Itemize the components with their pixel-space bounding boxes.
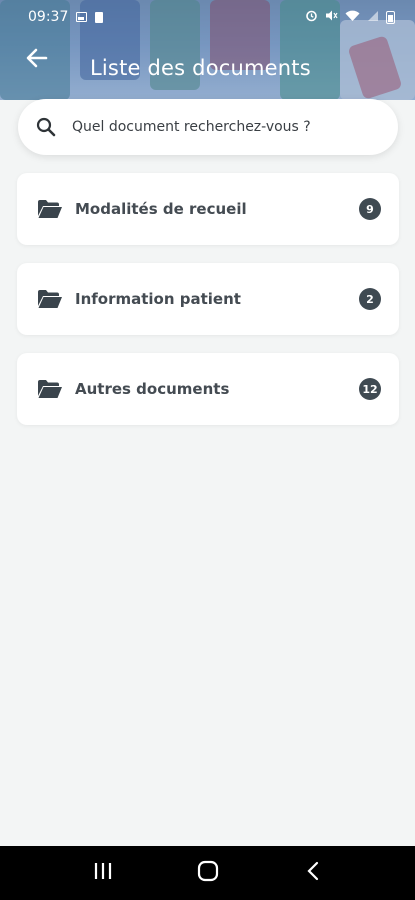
status-bar: 09:37 — [0, 0, 415, 34]
recent-apps-icon — [93, 862, 113, 884]
page-title: Liste des documents — [90, 56, 311, 80]
wifi-icon — [345, 10, 360, 25]
category-label: Modalités de recueil — [75, 200, 247, 218]
recent-apps-button[interactable] — [83, 853, 123, 893]
folder-open-icon — [37, 288, 65, 310]
status-time: 09:37 — [28, 9, 69, 25]
home-button[interactable] — [188, 853, 228, 893]
category-item-modalites[interactable]: Modalités de recueil 9 — [17, 173, 399, 245]
search-icon — [34, 115, 58, 139]
signal-icon — [367, 10, 379, 25]
back-button[interactable] — [17, 41, 57, 79]
search-bar[interactable] — [18, 99, 398, 155]
category-label: Information patient — [75, 290, 241, 308]
battery-icon — [386, 10, 395, 24]
alarm-icon — [305, 9, 318, 25]
image-notification-icon — [76, 12, 88, 22]
category-label: Autres documents — [75, 380, 230, 398]
arrow-left-icon — [26, 48, 48, 72]
folder-open-icon — [37, 198, 65, 220]
system-back-button[interactable] — [293, 853, 333, 893]
folder-open-icon — [37, 378, 65, 400]
mute-icon — [325, 9, 338, 25]
document-category-list: Modalités de recueil 9 Information patie… — [17, 173, 399, 443]
category-item-autres[interactable]: Autres documents 12 — [17, 353, 399, 425]
search-input[interactable] — [72, 112, 372, 142]
category-item-information[interactable]: Information patient 2 — [17, 263, 399, 335]
back-icon — [306, 861, 320, 885]
count-badge: 12 — [359, 378, 381, 400]
home-icon — [197, 860, 219, 886]
count-badge: 2 — [359, 288, 381, 310]
system-nav-bar — [0, 846, 415, 900]
count-badge: 9 — [359, 198, 381, 220]
document-notification-icon — [95, 11, 104, 23]
